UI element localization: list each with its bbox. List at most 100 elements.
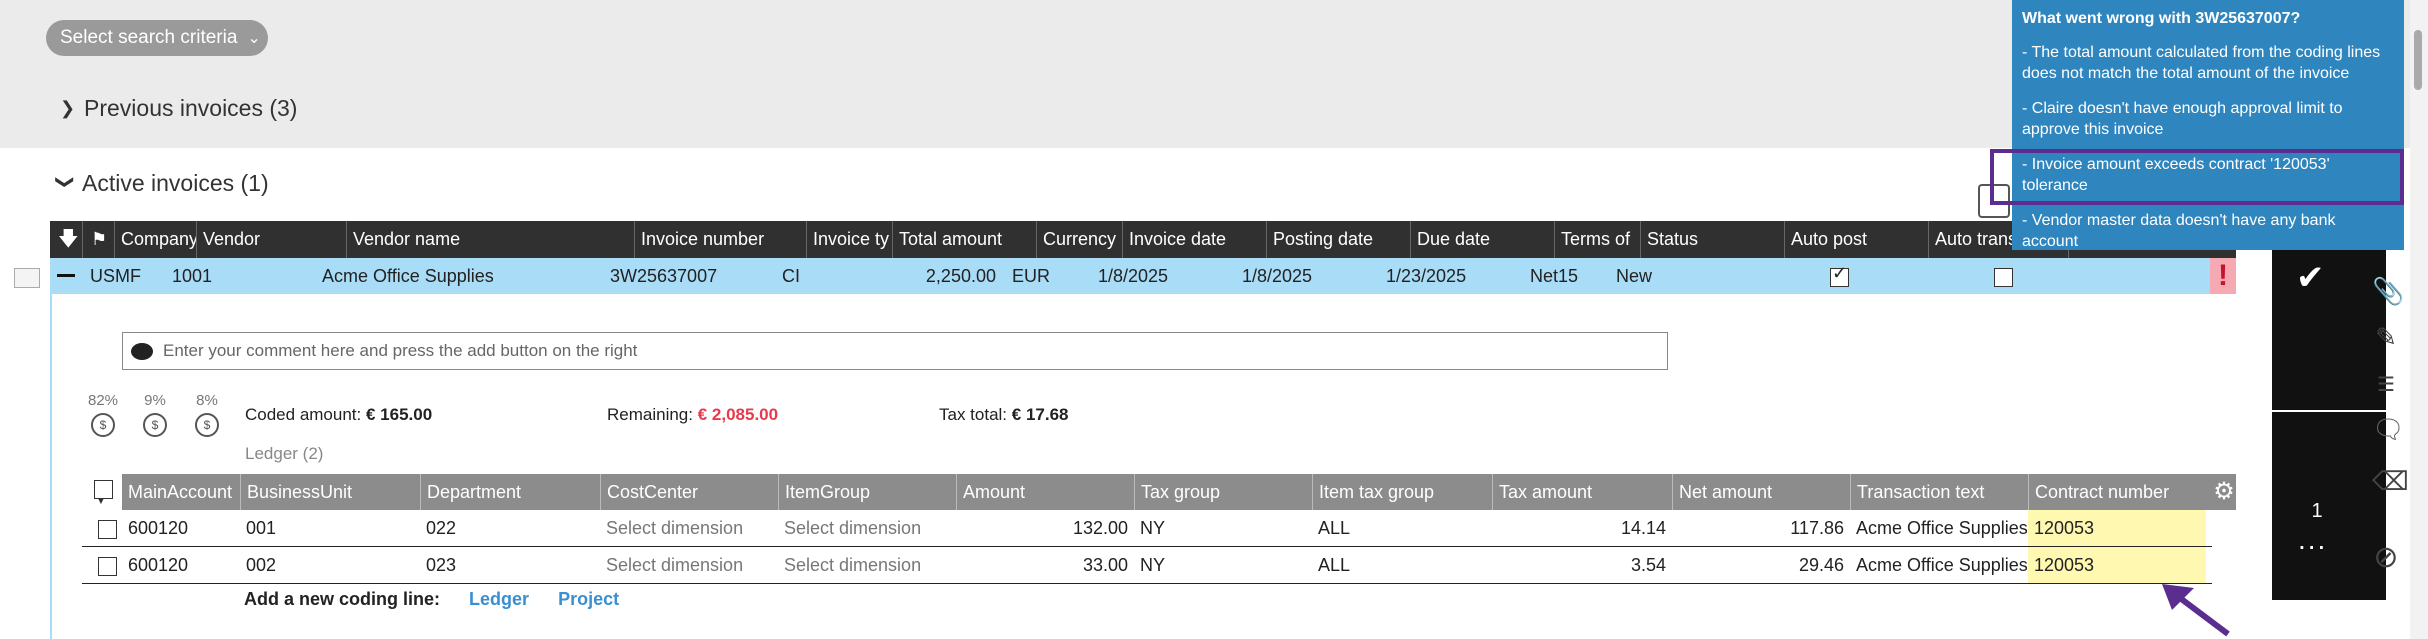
col-transaction-text[interactable]: Transaction text — [1850, 474, 2028, 510]
auto-trans-checkbox[interactable] — [1994, 267, 2013, 287]
ledger-row[interactable]: 600120 001 022 Select dimension Select d… — [82, 510, 2212, 547]
cell-department[interactable]: 022 — [420, 510, 600, 546]
cell-amount[interactable]: 132.00 — [956, 510, 1134, 546]
invoice-table-header: 🡇 ⚑ Company Vendor Vendor name Invoice n… — [50, 221, 2236, 258]
cell-tax-group[interactable]: NY — [1134, 547, 1312, 583]
cell-transaction-text[interactable]: Acme Office Supplies — [1850, 510, 2028, 546]
cell-item-tax-group[interactable]: ALL — [1312, 547, 1492, 583]
col-department[interactable]: Department — [420, 474, 600, 510]
cell-item-group[interactable]: Select dimension — [778, 547, 956, 583]
cell-item-tax-group[interactable]: ALL — [1312, 510, 1492, 546]
chevron-down-icon: ❯ — [55, 174, 76, 190]
gear-icon[interactable]: ⚙ — [2212, 474, 2236, 510]
col-invoice-date[interactable]: Invoice date — [1122, 221, 1266, 258]
col-company[interactable]: Company — [114, 221, 196, 258]
coding-progress-3: 8% $ — [187, 392, 227, 437]
col-terms[interactable]: Terms of — [1554, 221, 1640, 258]
cell-business-unit[interactable]: 002 — [240, 547, 420, 583]
cell-amount[interactable]: 33.00 — [956, 547, 1134, 583]
cell-contract-number[interactable]: 120053 — [2028, 547, 2206, 583]
line-checkbox[interactable] — [98, 556, 117, 576]
popup-item[interactable]: - Vendor master data doesn't have any ba… — [2022, 210, 2394, 252]
invoice-row[interactable]: USMF 1001 Acme Office Supplies 3W2563700… — [82, 258, 2236, 294]
image-icon[interactable] — [14, 268, 40, 288]
col-invoice-type[interactable]: Invoice ty — [806, 221, 892, 258]
col-tax-group[interactable]: Tax group — [1134, 474, 1312, 510]
col-vendor[interactable]: Vendor — [196, 221, 346, 258]
col-amount[interactable]: Amount — [956, 474, 1134, 510]
pencil-icon[interactable]: ✎ — [2372, 322, 2400, 353]
coded-amount: Coded amount: € 165.00 — [245, 405, 433, 424]
col-business-unit[interactable]: BusinessUnit — [240, 474, 420, 510]
add-project-link[interactable]: Project — [558, 589, 619, 609]
col-invoice-number[interactable]: Invoice number — [634, 221, 806, 258]
col-vendor-name[interactable]: Vendor name — [346, 221, 634, 258]
cell-item-group[interactable]: Select dimension — [778, 510, 956, 546]
error-popup: What went wrong with 3W25637007? - The t… — [2012, 0, 2404, 250]
block-icon[interactable]: ⊘ — [2372, 540, 2400, 575]
popup-item[interactable]: - The total amount calculated from the c… — [2022, 42, 2394, 84]
cell-net-amount[interactable]: 29.46 — [1672, 547, 1850, 583]
scrollbar[interactable] — [2410, 0, 2428, 639]
cell-tax-group[interactable]: NY — [1134, 510, 1312, 546]
cell-status: New — [1616, 266, 1653, 286]
col-tax-amount[interactable]: Tax amount — [1492, 474, 1672, 510]
cell-currency: EUR — [1012, 266, 1051, 286]
ledger-row[interactable]: 600120 002 023 Select dimension Select d… — [82, 547, 2212, 584]
col-item-tax-group[interactable]: Item tax group — [1312, 474, 1492, 510]
cell-department[interactable]: 023 — [420, 547, 600, 583]
comment-icon[interactable]: 🗨 — [2372, 414, 2405, 445]
warning-indicator[interactable]: ! — [2210, 258, 2236, 294]
cell-net-amount[interactable]: 117.86 — [1672, 510, 1850, 546]
col-contract-number[interactable]: Contract number — [2028, 474, 2206, 510]
cell-contract-number[interactable]: 120053 — [2028, 510, 2206, 546]
eraser-icon[interactable]: ⌫ — [2372, 466, 2409, 497]
scrollbar-thumb[interactable] — [2414, 30, 2422, 90]
add-ledger-link[interactable]: Ledger — [469, 589, 529, 609]
col-main-account[interactable]: MainAccount — [122, 474, 240, 510]
download-arrow-icon[interactable]: 🡇 — [50, 221, 82, 258]
coins-icon: $ — [143, 413, 167, 437]
popup-title: What went wrong with 3W25637007? — [2022, 10, 2301, 27]
coins-icon: $ — [91, 413, 115, 437]
flag-icon[interactable]: ⚑ — [82, 221, 114, 258]
minus-icon — [57, 274, 75, 277]
col-cost-center[interactable]: CostCenter — [600, 474, 778, 510]
cell-main-account[interactable]: 600120 — [122, 547, 240, 583]
popup-item[interactable]: - Claire doesn't have enough approval li… — [2022, 98, 2394, 140]
previous-invoices-section[interactable]: ❯ Previous invoices (3) — [60, 95, 297, 122]
comment-placeholder: Enter your comment here and press the ad… — [163, 341, 638, 360]
search-criteria-dropdown[interactable]: Select search criteria ⌄ — [46, 20, 268, 56]
ledger-table-header: MainAccount BusinessUnit Department Cost… — [122, 474, 2212, 510]
col-currency[interactable]: Currency — [1036, 221, 1122, 258]
col-due-date[interactable]: Due date — [1410, 221, 1554, 258]
cell-transaction-text[interactable]: Acme Office Supplies — [1850, 547, 2028, 583]
pointer-arrow-icon — [2162, 584, 2230, 637]
progress-percent: 82% — [87, 392, 119, 409]
col-net-amount[interactable]: Net amount — [1672, 474, 1850, 510]
cell-tax-amount[interactable]: 3.54 — [1492, 547, 1672, 583]
cell-tax-amount[interactable]: 14.14 — [1492, 510, 1672, 546]
line-checkbox[interactable] — [98, 519, 117, 539]
col-auto-post[interactable]: Auto post — [1784, 221, 1928, 258]
cell-business-unit[interactable]: 001 — [240, 510, 420, 546]
lines-icon[interactable]: ☰ — [2372, 372, 2400, 397]
col-status[interactable]: Status — [1640, 221, 1784, 258]
col-total-amount[interactable]: Total amount — [892, 221, 1036, 258]
cell-total-amount: 2,250.00 — [925, 266, 996, 286]
approve-checkmark-icon[interactable]: ✔ — [2296, 258, 2325, 298]
select-all-lines[interactable]: ▼ — [92, 474, 122, 510]
cell-cost-center[interactable]: Select dimension — [600, 547, 778, 583]
active-invoices-section[interactable]: ❯ Active invoices (1) — [56, 170, 269, 197]
remaining-amount: Remaining: € 2,085.00 — [607, 405, 779, 424]
cell-invoice-type: CI — [782, 266, 800, 286]
cell-cost-center[interactable]: Select dimension — [600, 510, 778, 546]
col-item-group[interactable]: ItemGroup — [778, 474, 956, 510]
auto-post-checkbox[interactable]: ✓ — [1830, 264, 1849, 287]
paperclip-icon[interactable]: 📎 — [2372, 276, 2404, 307]
comment-input[interactable]: Enter your comment here and press the ad… — [122, 332, 1668, 370]
col-posting-date[interactable]: Posting date — [1266, 221, 1410, 258]
cell-main-account[interactable]: 600120 — [122, 510, 240, 546]
more-options-button[interactable]: ... — [2298, 524, 2327, 556]
cell-invoice-number: 3W25637007 — [610, 266, 718, 286]
